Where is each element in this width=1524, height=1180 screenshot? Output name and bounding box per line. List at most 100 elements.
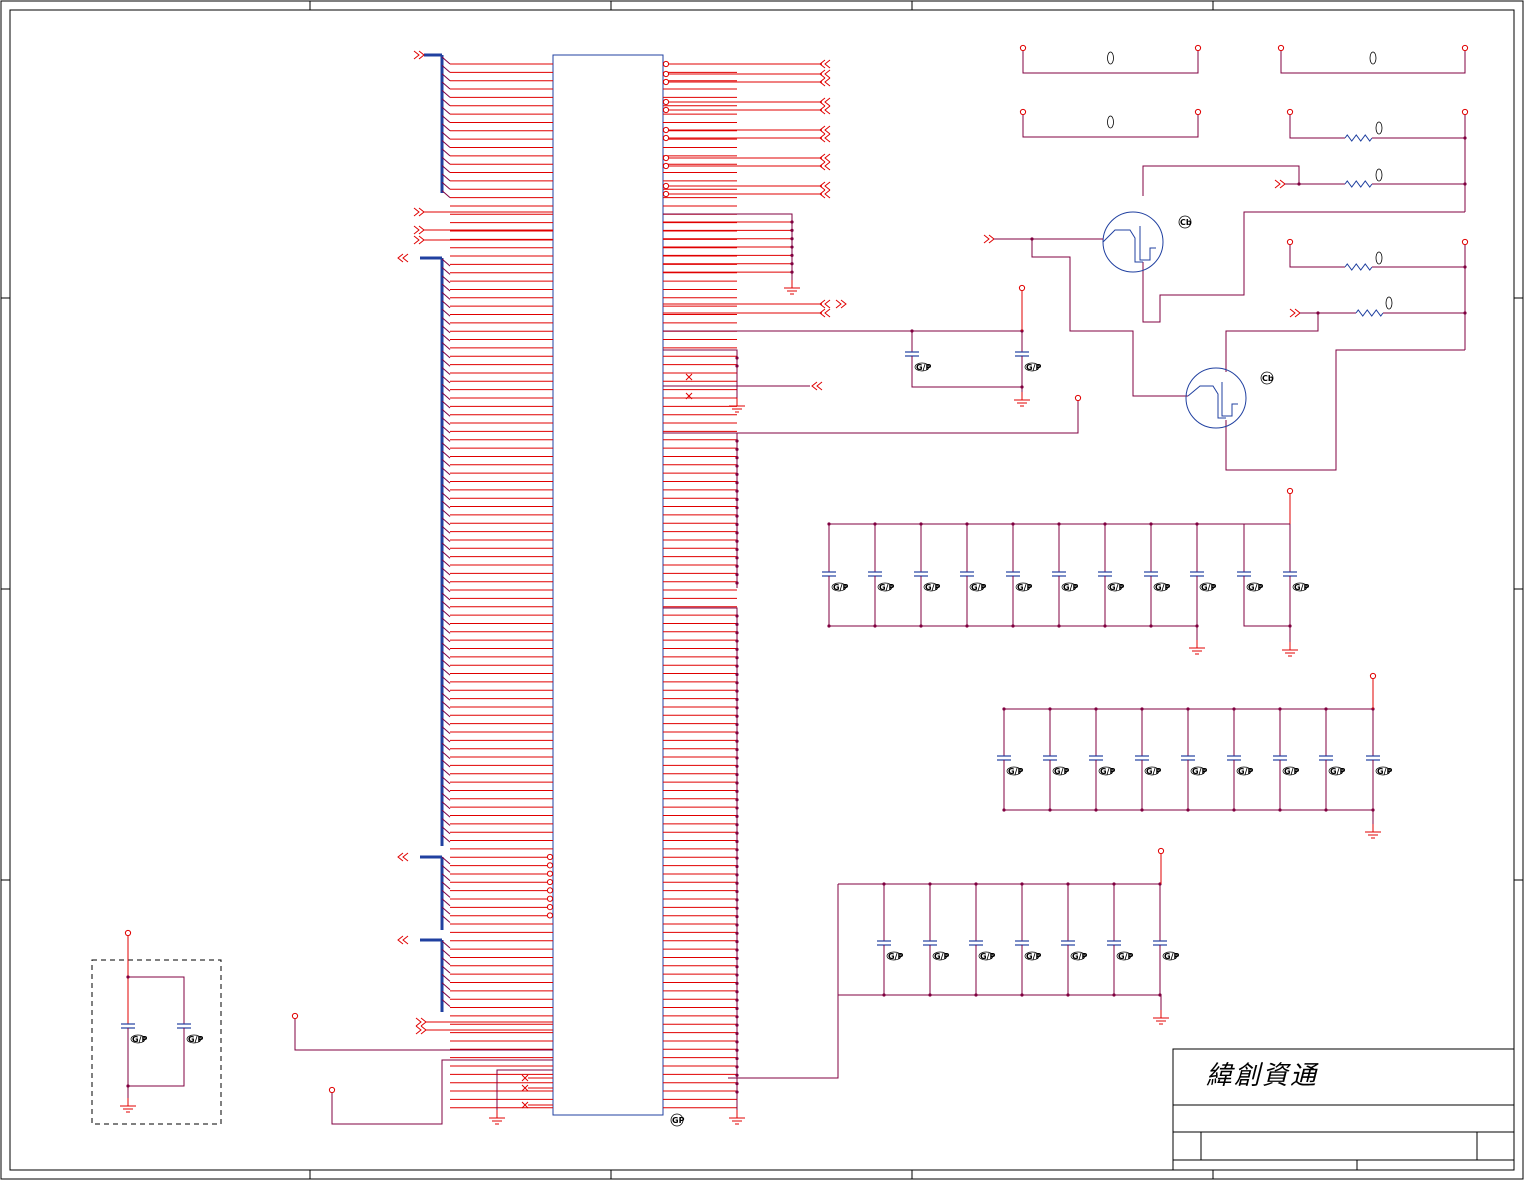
test-point xyxy=(546,904,554,911)
chevron xyxy=(824,77,831,87)
junction xyxy=(882,993,886,997)
capacitor: G/P xyxy=(1153,940,1179,961)
capacitor: G/P xyxy=(877,940,903,961)
junction xyxy=(928,882,932,886)
capacitor: G/P xyxy=(1273,755,1299,776)
capacitor: G/P xyxy=(1107,940,1133,961)
cap-label: G/P xyxy=(934,952,949,961)
junction xyxy=(735,998,739,1002)
mosfet-body xyxy=(1102,211,1164,273)
cap-label: G/P xyxy=(980,952,995,961)
offpage-arrow xyxy=(415,1025,427,1035)
ground-symbol xyxy=(120,1098,136,1113)
cap-label: G/P xyxy=(1072,952,1087,961)
test-point xyxy=(546,895,554,902)
junction xyxy=(735,514,739,518)
junction xyxy=(735,356,739,360)
wire xyxy=(663,401,1079,434)
chevron xyxy=(1289,308,1296,318)
junction xyxy=(735,731,739,735)
wire xyxy=(1221,382,1238,417)
jumper xyxy=(1369,51,1377,65)
cap-label: G/P xyxy=(1294,583,1309,592)
offpage-arrow xyxy=(413,207,425,217)
wire xyxy=(663,349,738,402)
junction xyxy=(735,456,739,460)
offpage-arrow xyxy=(983,234,995,244)
junction xyxy=(735,839,739,844)
capacitor: G/P xyxy=(1061,940,1087,961)
resistor-zigzag xyxy=(1344,263,1373,271)
chevron xyxy=(1274,179,1281,189)
chevron xyxy=(415,1017,422,1027)
cap-label: G/P xyxy=(888,952,903,961)
chevron xyxy=(824,299,831,309)
capacitor: G/P xyxy=(969,940,995,961)
cap-label: G/P xyxy=(1109,583,1124,592)
wire xyxy=(728,884,839,1079)
junction xyxy=(1324,707,1328,711)
junction xyxy=(873,522,877,526)
decoupling-caps: G/P G/P G/P G/P G/P G/P G/P G/P G/P G/P G/P G/P G/P G… xyxy=(91,487,1392,1125)
junction xyxy=(735,1048,739,1052)
junction xyxy=(735,931,739,935)
cap-label: G/P xyxy=(1100,767,1115,776)
junction xyxy=(928,993,932,997)
test-point xyxy=(546,878,554,886)
junction xyxy=(1278,808,1282,812)
chevron xyxy=(824,105,831,115)
junction xyxy=(735,973,739,977)
ground-symbol xyxy=(784,280,800,295)
power-port xyxy=(1461,44,1469,52)
junction xyxy=(1324,808,1328,812)
junction xyxy=(735,739,739,743)
capacitor: G/P xyxy=(1283,571,1309,592)
junction xyxy=(735,547,739,552)
junction xyxy=(735,489,739,493)
bubble-label: GP xyxy=(672,1116,685,1125)
ground-symbol xyxy=(729,1110,745,1125)
junction xyxy=(735,956,739,960)
junction xyxy=(735,798,739,802)
test-point xyxy=(546,887,554,894)
wire xyxy=(1031,239,1188,397)
junction xyxy=(735,581,739,585)
junction xyxy=(735,497,739,502)
junction xyxy=(735,697,739,702)
junction xyxy=(735,689,739,693)
capacitor: G/P xyxy=(1089,755,1115,776)
junction xyxy=(965,624,969,628)
power-port xyxy=(1461,238,1469,246)
junction xyxy=(735,1090,739,1094)
resistor xyxy=(1355,309,1384,317)
right-side-nets xyxy=(662,59,1082,1125)
test-point xyxy=(546,912,554,919)
test-point xyxy=(662,106,670,114)
wire xyxy=(1289,115,1345,139)
junction xyxy=(1103,522,1107,526)
junction xyxy=(1463,265,1467,269)
junction xyxy=(735,614,739,618)
cap-label: G/P xyxy=(1017,583,1032,592)
junction xyxy=(1057,522,1061,526)
power-port xyxy=(1286,487,1294,495)
junction xyxy=(1057,624,1061,628)
power-port xyxy=(1157,847,1165,855)
capacitor: G/P xyxy=(960,571,986,592)
cap-label: G/P xyxy=(1118,952,1133,961)
res-label xyxy=(1375,251,1383,265)
power-port xyxy=(328,1086,336,1094)
res-label xyxy=(1375,121,1383,135)
capacitor: G/P xyxy=(914,571,940,592)
junction xyxy=(735,781,739,785)
left-side-nets xyxy=(291,50,554,1125)
power-port xyxy=(1461,108,1469,116)
junction xyxy=(735,981,739,986)
cap-label: G/P xyxy=(1201,583,1216,592)
cap-label: G/P xyxy=(971,583,986,592)
wire xyxy=(663,213,793,285)
junction xyxy=(790,245,794,249)
chevron xyxy=(824,308,831,318)
cap-label: G/P xyxy=(879,583,894,592)
junction xyxy=(1186,808,1190,812)
